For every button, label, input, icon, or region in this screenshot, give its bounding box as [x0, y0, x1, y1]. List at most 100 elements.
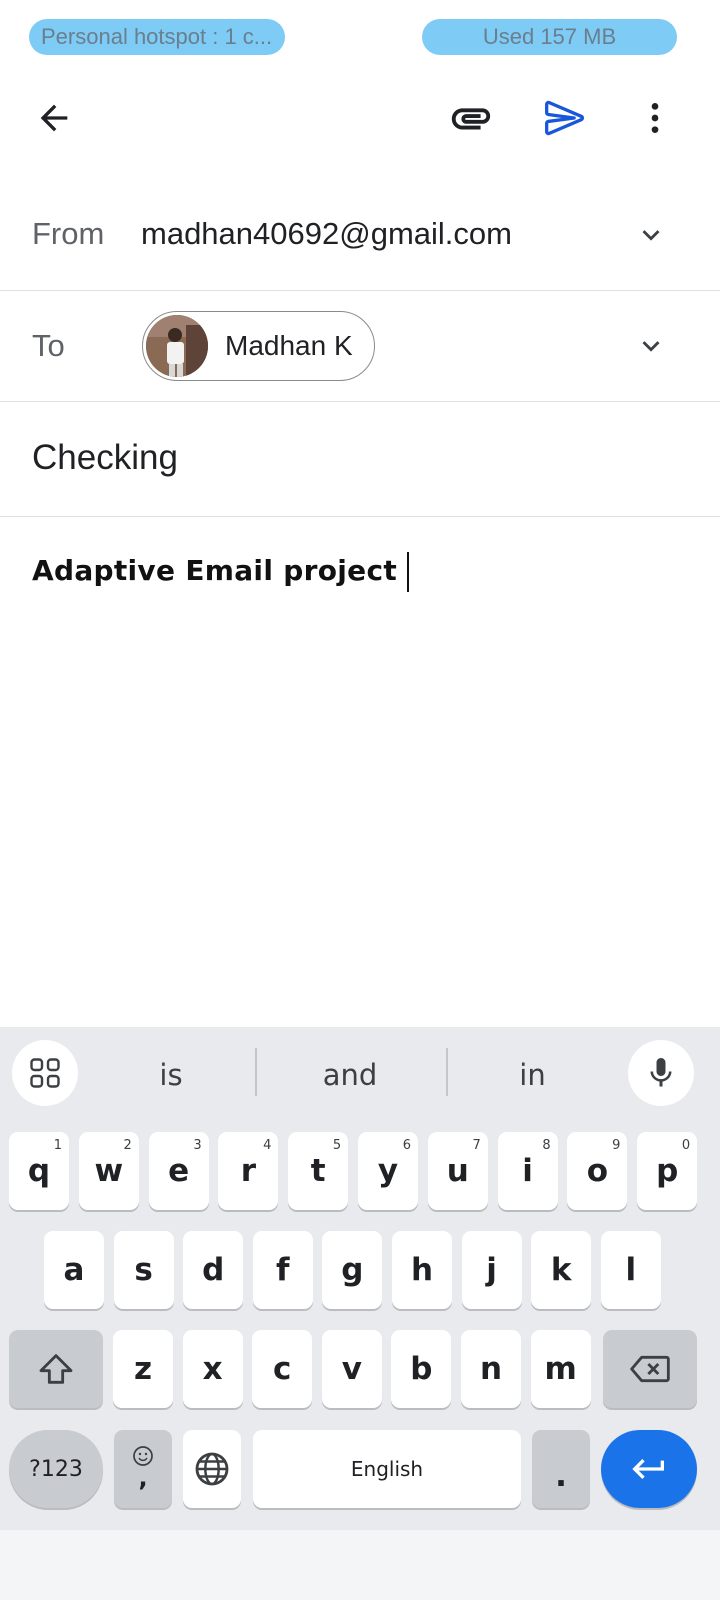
arrow-back-icon	[40, 104, 68, 132]
recipient-chip-name: Madhan K	[225, 330, 353, 361]
key-x[interactable]: x	[182, 1330, 243, 1408]
suggestion-3[interactable]: in	[460, 1050, 605, 1100]
key-u[interactable]: u7	[427, 1132, 488, 1210]
suggestion-2[interactable]: and	[270, 1050, 430, 1100]
from-label: From	[32, 216, 105, 251]
key-j[interactable]: j	[461, 1231, 522, 1309]
recipient-chip[interactable]: Madhan K	[142, 311, 375, 381]
hotspot-status-pill[interactable]: Personal hotspot : 1 c...	[29, 19, 285, 55]
key-label: b	[410, 1351, 433, 1387]
enter-icon	[632, 1459, 664, 1479]
key-hint: 0	[681, 1138, 691, 1153]
key-a[interactable]: a	[44, 1231, 104, 1309]
send-icon	[545, 100, 584, 136]
attach-button[interactable]	[442, 92, 500, 144]
soft-keyboard	[0, 1027, 720, 1600]
to-expand-button[interactable]	[634, 329, 668, 363]
more-vert-icon	[651, 103, 659, 133]
key-s[interactable]: s	[113, 1231, 174, 1309]
space-key[interactable]: English	[253, 1430, 521, 1508]
shift-key[interactable]	[9, 1330, 103, 1408]
key-label: y	[377, 1153, 399, 1189]
text-cursor	[407, 552, 410, 592]
globe-icon	[195, 1452, 229, 1486]
back-button[interactable]	[26, 92, 82, 144]
divider	[0, 290, 720, 291]
nav-bar-area	[0, 1530, 720, 1600]
key-label: c	[272, 1351, 292, 1387]
key-label: o	[586, 1153, 609, 1189]
divider	[0, 516, 720, 517]
microphone-icon	[650, 1058, 672, 1087]
key-label: n	[479, 1351, 503, 1387]
key-l[interactable]: l	[600, 1231, 661, 1309]
backspace-key[interactable]	[603, 1330, 697, 1408]
key-k[interactable]: k	[531, 1231, 592, 1309]
key-label: v	[341, 1351, 362, 1387]
key-label: w	[94, 1153, 124, 1189]
to-label: To	[32, 328, 65, 363]
key-i[interactable]: i8	[497, 1132, 558, 1210]
shift-icon	[39, 1354, 73, 1384]
key-hint: 4	[263, 1138, 272, 1153]
key-b[interactable]: b	[391, 1330, 452, 1408]
suggestion-divider	[446, 1048, 448, 1096]
key-label: s	[134, 1252, 153, 1288]
key-f[interactable]: f	[252, 1231, 313, 1309]
period-key[interactable]: .	[532, 1430, 590, 1508]
key-label: p	[656, 1153, 679, 1189]
key-q[interactable]: q1	[9, 1132, 69, 1210]
key-r[interactable]: r4	[218, 1132, 279, 1210]
key-w[interactable]: w2	[78, 1132, 139, 1210]
key-label: g	[341, 1252, 364, 1288]
key-z[interactable]: z	[113, 1330, 173, 1408]
key-label: k	[550, 1252, 572, 1288]
key-label: t	[310, 1153, 326, 1189]
suggestion-1[interactable]: is	[96, 1050, 246, 1100]
key-hint: 7	[472, 1138, 481, 1153]
subject-field[interactable]: Checking	[32, 438, 178, 478]
compose-body-field[interactable]: Adaptive Email project	[32, 552, 410, 592]
emoji-comma-key[interactable]: ,	[114, 1430, 172, 1508]
key-label: i	[522, 1153, 533, 1189]
key-c[interactable]: c	[252, 1330, 313, 1408]
key-label: u	[446, 1153, 469, 1189]
enter-key[interactable]	[601, 1430, 697, 1508]
key-e[interactable]: e3	[148, 1132, 209, 1210]
backspace-icon	[630, 1355, 670, 1383]
key-label: e	[168, 1153, 190, 1189]
key-label: l	[625, 1252, 637, 1288]
key-m[interactable]: m	[530, 1330, 591, 1408]
language-key[interactable]	[183, 1430, 241, 1508]
key-label: x	[202, 1351, 223, 1387]
key-hint: 1	[53, 1138, 62, 1153]
body-text: Adaptive Email project	[32, 554, 398, 587]
key-p[interactable]: p0	[637, 1132, 698, 1210]
key-n[interactable]: n	[461, 1330, 521, 1408]
key-hint: 5	[332, 1138, 342, 1153]
data-usage-pill[interactable]: Used 157 MB	[422, 19, 677, 55]
send-button[interactable]	[536, 92, 594, 144]
key-t[interactable]: t5	[288, 1132, 349, 1210]
key-label: j	[486, 1252, 497, 1288]
voice-input-button[interactable]	[628, 1040, 694, 1106]
keyboard-apps-button[interactable]	[12, 1040, 78, 1106]
from-expand-button[interactable]	[634, 218, 668, 252]
key-hint: 2	[123, 1138, 132, 1153]
key-g[interactable]: g	[322, 1231, 383, 1309]
symbols-key[interactable]: ?123	[9, 1430, 103, 1508]
key-label: m	[544, 1351, 577, 1387]
key-y[interactable]: y6	[358, 1132, 418, 1210]
key-o[interactable]: o9	[567, 1132, 628, 1210]
key-label: f	[276, 1252, 290, 1288]
from-account-field[interactable]: madhan40692@gmail.com	[141, 216, 512, 252]
more-options-button[interactable]	[632, 92, 678, 144]
key-d[interactable]: d	[183, 1231, 244, 1309]
paperclip-icon	[451, 108, 491, 130]
key-label: d	[202, 1252, 225, 1288]
key-h[interactable]: h	[392, 1231, 452, 1309]
key-label: q	[27, 1153, 51, 1189]
divider	[0, 401, 720, 402]
comma-label: ,	[138, 1464, 148, 1492]
key-v[interactable]: v	[321, 1330, 382, 1408]
